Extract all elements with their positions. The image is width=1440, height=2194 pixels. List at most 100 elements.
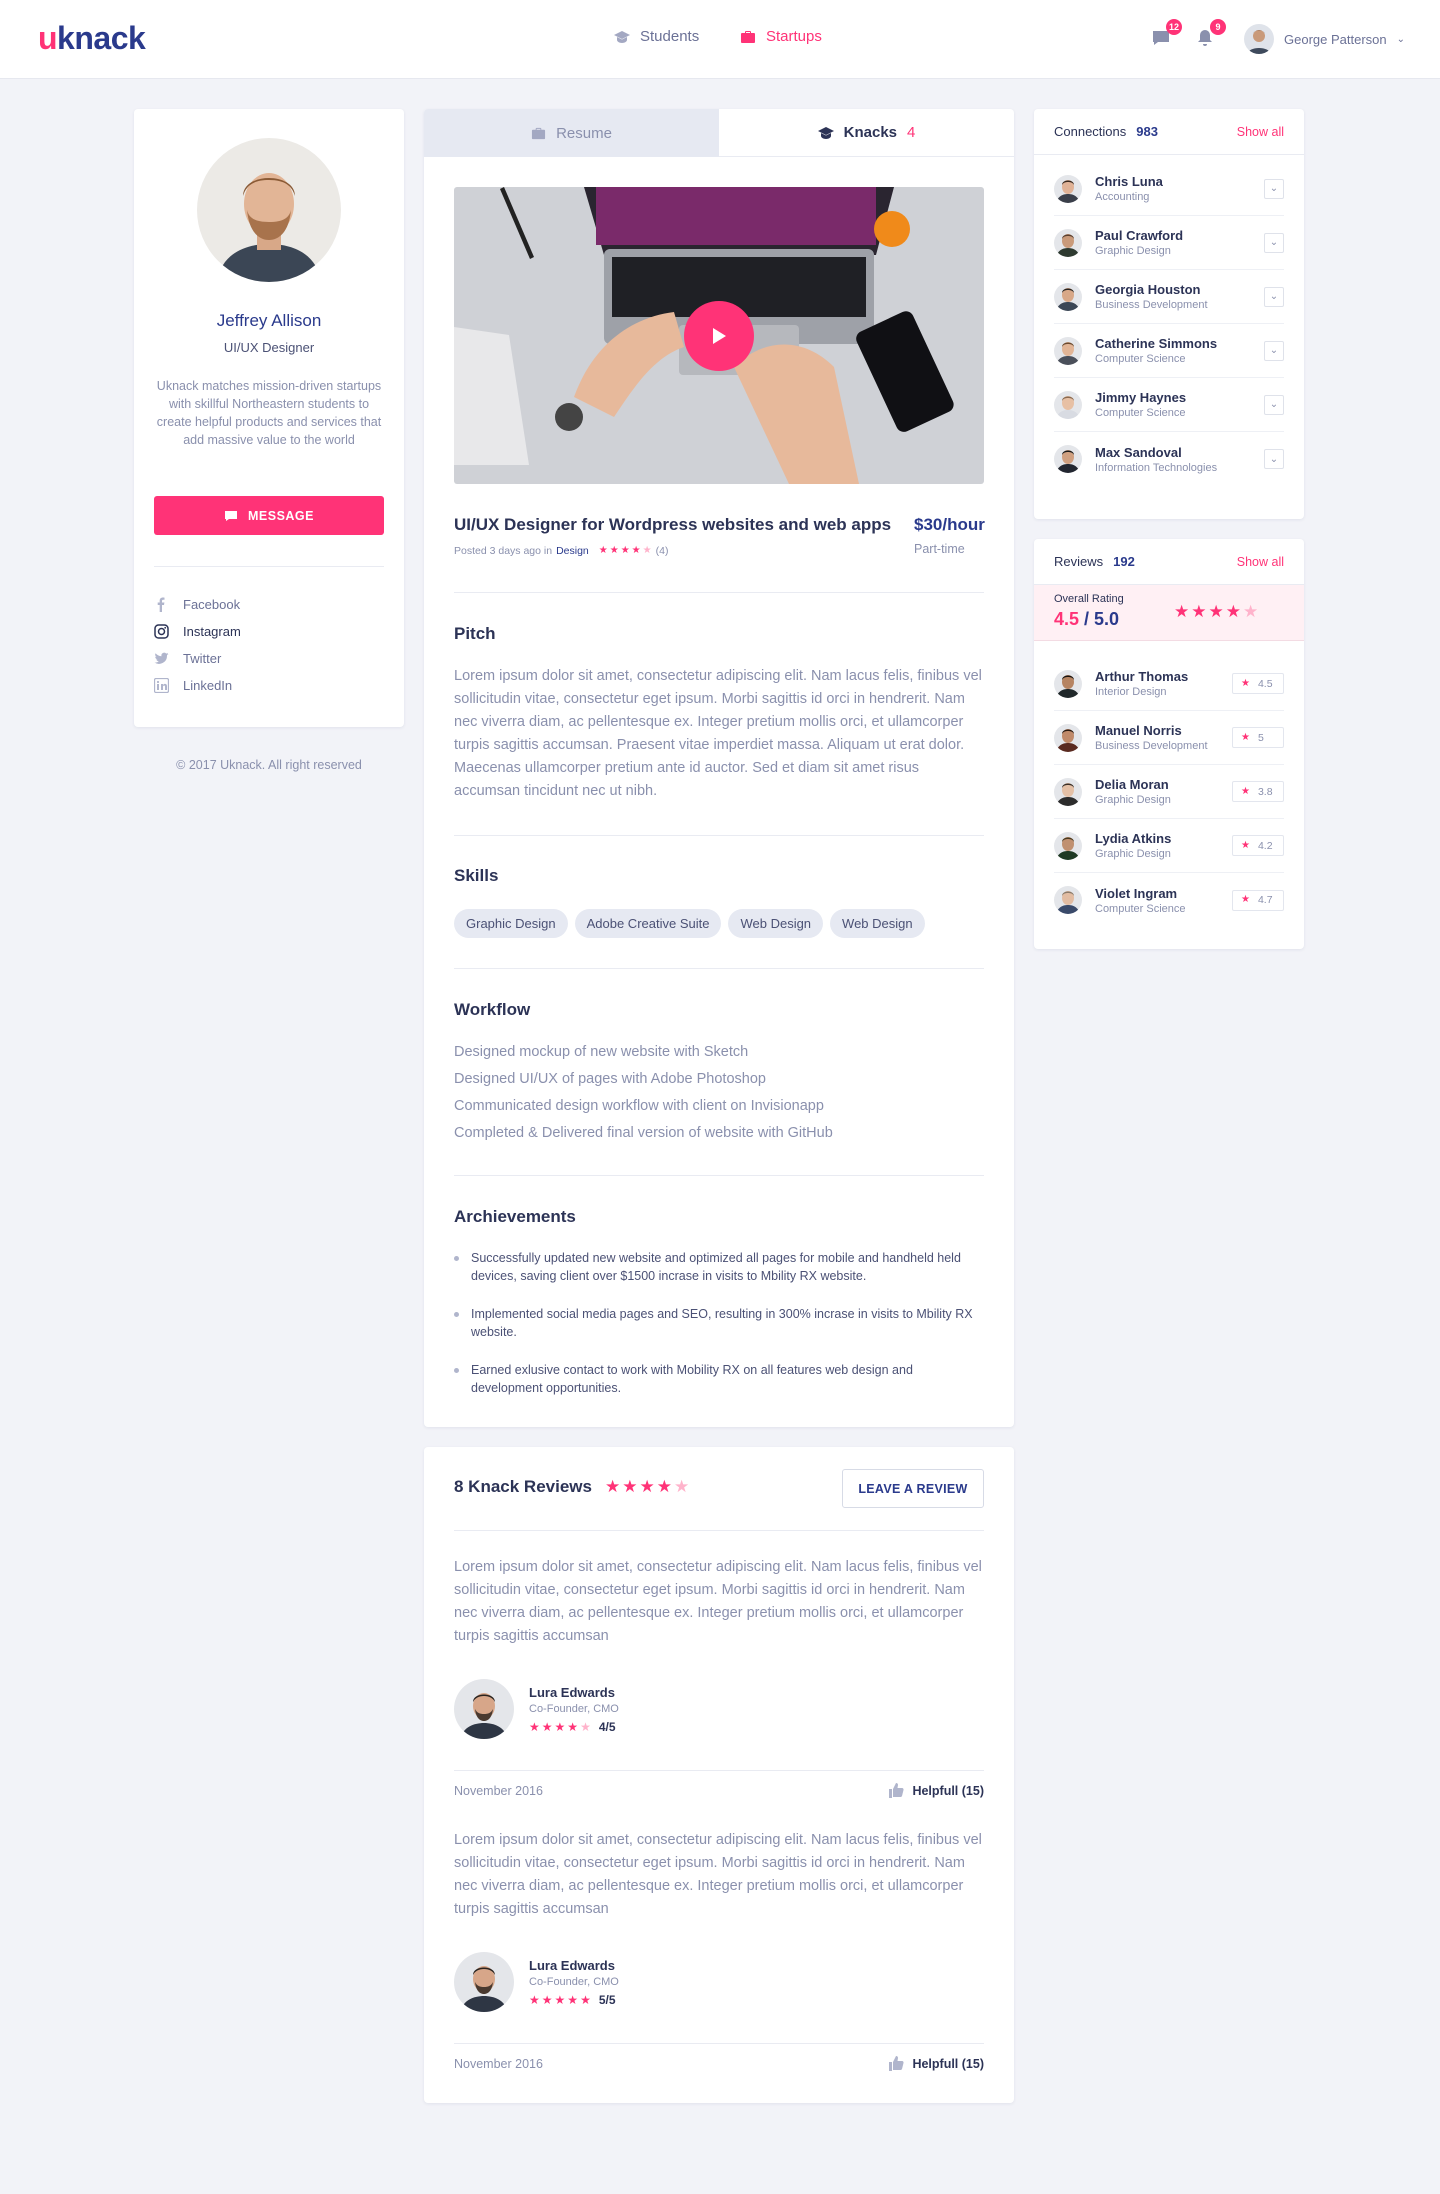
star-icon: ★ bbox=[1241, 894, 1250, 905]
connection-role: Accounting bbox=[1095, 191, 1150, 203]
rating-pill: ★ 3.8 bbox=[1232, 781, 1284, 802]
reviewer-stars: ★ ★ ★ ★ ★ bbox=[529, 1721, 591, 1733]
workflow-item: Designed mockup of new website with Sket… bbox=[454, 1044, 749, 1060]
social-twitter[interactable]: Twitter bbox=[154, 645, 241, 672]
review-item[interactable]: Violet Ingram Computer Science ★ 4.7 bbox=[1054, 873, 1284, 927]
reviewer-score: 4/5 bbox=[598, 1719, 616, 1734]
connection-item[interactable]: Paul Crawford Graphic Design ⌄ bbox=[1054, 216, 1284, 270]
graduation-cap-icon bbox=[817, 126, 834, 139]
connection-role: Computer Science bbox=[1095, 353, 1186, 365]
reviews-show-all-link[interactable]: Show all bbox=[1237, 555, 1284, 569]
reviewer-role: Graphic Design bbox=[1095, 848, 1171, 860]
star-icon: ★ bbox=[1241, 677, 1250, 689]
section-divider bbox=[454, 1770, 984, 1771]
overall-rating-label: Overall Rating bbox=[1054, 593, 1124, 605]
nav-startups[interactable]: Startups bbox=[740, 28, 822, 45]
chevron-down-icon[interactable]: ⌄ bbox=[1264, 394, 1284, 415]
star-icon: ★ bbox=[529, 1719, 540, 1734]
review-item[interactable]: Manuel Norris Business Development ★ 5 bbox=[1054, 711, 1284, 765]
connection-item[interactable]: Georgia Houston Business Development ⌄ bbox=[1054, 270, 1284, 324]
star-icon: ★ bbox=[1208, 602, 1224, 621]
reviewer-avatar bbox=[1054, 831, 1082, 860]
knack-video[interactable] bbox=[454, 187, 984, 484]
briefcase-icon bbox=[741, 30, 755, 43]
reviews-title: Reviews bbox=[1054, 554, 1104, 569]
reviews-card: Reviews 192 Show all Overall Rating 4.5 /… bbox=[1034, 539, 1304, 949]
section-divider bbox=[454, 592, 984, 593]
workflow-item: Designed UI/UX of pages with Adobe Photo… bbox=[454, 1071, 766, 1087]
instagram-icon bbox=[154, 624, 169, 639]
review-item[interactable]: Delia Moran Graphic Design ★ 3.8 bbox=[1054, 765, 1284, 819]
knack-category-link[interactable]: Design bbox=[556, 545, 589, 557]
achievement-text: Successfully updated new website and opt… bbox=[471, 1251, 961, 1283]
play-button[interactable] bbox=[684, 301, 754, 371]
review-footer: November 2016 Helpfull (15) bbox=[454, 1783, 984, 1798]
reviews-header: Reviews 192 Show all bbox=[1034, 539, 1304, 585]
tab-knacks[interactable]: Knacks 4 bbox=[719, 109, 1014, 157]
review-date: November 2016 bbox=[454, 1783, 543, 1798]
chevron-down-icon[interactable]: ⌄ bbox=[1264, 340, 1284, 361]
skill-chip[interactable]: Web Design bbox=[728, 909, 824, 938]
helpful-button[interactable]: Helpfull (15) bbox=[888, 2056, 984, 2071]
reviewer-name: Lydia Atkins bbox=[1095, 831, 1172, 846]
star-icon: ★ bbox=[1191, 602, 1207, 621]
message-button[interactable]: MESSAGE bbox=[154, 496, 384, 535]
chevron-down-icon[interactable]: ⌄ bbox=[1264, 449, 1284, 469]
main-card: Resume Knacks 4 UI/UX Designer for Wordp… bbox=[424, 109, 1014, 1427]
logo-smile-mark: u bbox=[38, 20, 58, 56]
profile-divider bbox=[154, 566, 384, 567]
profile-title: UI/UX Designer bbox=[223, 340, 315, 355]
user-menu[interactable]: George Patterson ⌄ bbox=[1244, 24, 1405, 54]
tab-resume[interactable]: Resume bbox=[424, 109, 719, 157]
skill-chip[interactable]: Graphic Design bbox=[454, 909, 568, 938]
chevron-down-icon[interactable]: ⌄ bbox=[1264, 286, 1284, 307]
connections-header: Connections 983 Show all bbox=[1034, 109, 1304, 155]
review-item[interactable]: Lydia Atkins Graphic Design ★ 4.2 bbox=[1054, 819, 1284, 873]
connection-item[interactable]: Jimmy Haynes Computer Science ⌄ bbox=[1054, 378, 1284, 432]
knack-posted: Posted 3 days ago in bbox=[454, 545, 553, 557]
connections-list: Chris Luna Accounting ⌄ Paul Crawford Graph… bbox=[1034, 155, 1304, 486]
helpful-label: Helpfull (15) bbox=[912, 1783, 984, 1798]
connection-item[interactable]: Chris Luna Accounting ⌄ bbox=[1054, 162, 1284, 216]
uknack-logo[interactable]: uknack bbox=[38, 20, 146, 57]
reviewer-stars: ★ ★ ★ ★ ★ bbox=[529, 1994, 591, 2006]
connection-item[interactable]: Catherine Simmons Computer Science ⌄ bbox=[1054, 324, 1284, 378]
connections-show-all-link[interactable]: Show all bbox=[1237, 125, 1284, 139]
connection-item[interactable]: Max Sandoval Information Technologies ⌄ bbox=[1054, 432, 1284, 486]
helpful-button[interactable]: Helpfull (15) bbox=[888, 1783, 984, 1798]
social-instagram[interactable]: Instagram bbox=[154, 618, 241, 645]
logo-text: knack bbox=[57, 20, 146, 56]
messages-button[interactable]: 12 bbox=[1150, 19, 1182, 49]
connection-name: Chris Luna bbox=[1095, 174, 1163, 189]
top-header bbox=[0, 0, 1440, 79]
reviewer-avatar bbox=[454, 1952, 514, 2012]
nav-students[interactable]: Students bbox=[614, 28, 699, 45]
bullet bbox=[454, 1256, 459, 1261]
knack-rating-count: (4) bbox=[655, 545, 669, 557]
skill-chip[interactable]: Web Design bbox=[830, 909, 925, 938]
workflow-list: Designed mockup of new website with Sket… bbox=[454, 1039, 833, 1147]
star-icon: ★ bbox=[541, 1719, 553, 1734]
overall-max: / 5.0 bbox=[1084, 609, 1120, 629]
copyright-text: © 2017 Uknack. All right reserved bbox=[176, 758, 362, 772]
star-icon: ★ bbox=[656, 1477, 672, 1496]
connection-avatar bbox=[1054, 174, 1082, 203]
star-icon: ★ bbox=[609, 545, 619, 556]
notifications-button[interactable]: 9 bbox=[1194, 19, 1226, 49]
reviewer-role: Graphic Design bbox=[1095, 794, 1171, 806]
knack-type: Part-time bbox=[914, 542, 965, 556]
social-facebook[interactable]: Facebook bbox=[154, 591, 241, 618]
reviews-count: 192 bbox=[1113, 554, 1135, 569]
social-linkedin[interactable]: LinkedIn bbox=[154, 672, 241, 699]
profile-name: Jeffrey Allison bbox=[216, 311, 322, 330]
overall-rating-panel: Overall Rating 4.5 / 5.0 ★ ★ ★ ★ ★ bbox=[1034, 585, 1304, 641]
play-icon bbox=[713, 328, 726, 344]
review-item[interactable]: Arthur Thomas Interior Design ★ 4.5 bbox=[1054, 657, 1284, 711]
skill-chip[interactable]: Adobe Creative Suite bbox=[574, 909, 722, 938]
chevron-down-icon[interactable]: ⌄ bbox=[1264, 178, 1284, 199]
star-icon: ★ bbox=[1241, 785, 1250, 797]
chevron-down-icon[interactable]: ⌄ bbox=[1264, 232, 1284, 253]
reviewer-avatar bbox=[454, 1679, 514, 1739]
leave-review-button[interactable]: LEAVE A REVIEW bbox=[842, 1469, 984, 1508]
star-icon: ★ bbox=[674, 1477, 690, 1496]
